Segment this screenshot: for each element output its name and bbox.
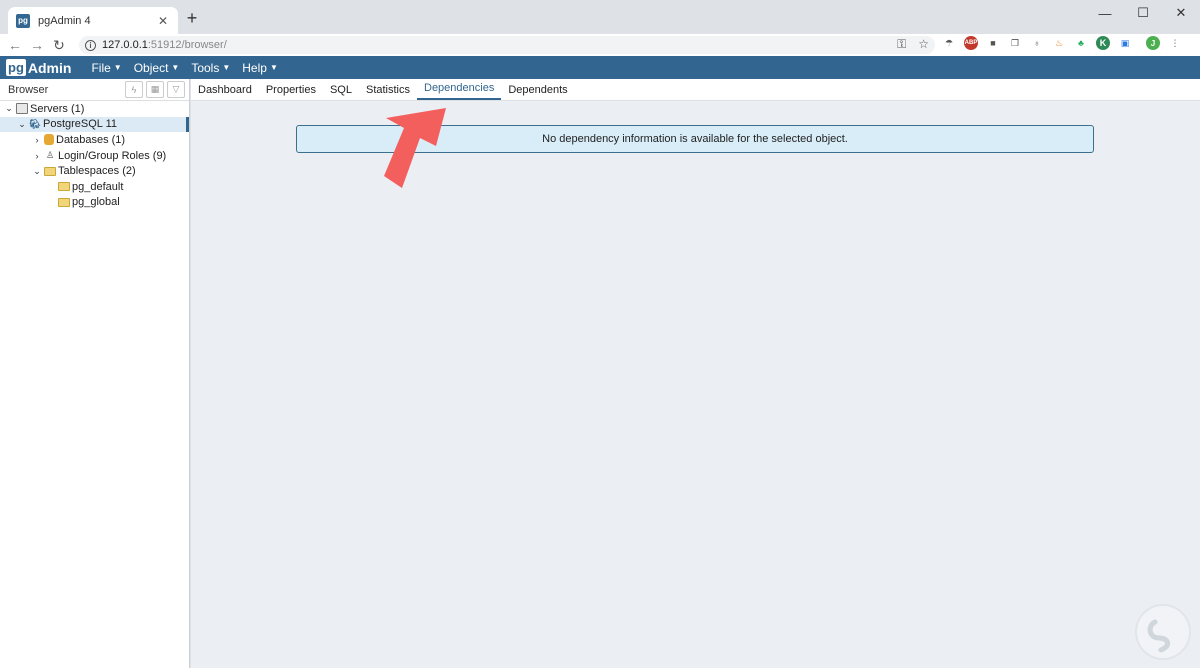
browser-panel: Browser ϟ ▦ ▽ ⌄ Servers (1) ⌄ 🐘︎ Postgre… — [0, 79, 190, 668]
pointer-arrow-icon — [384, 108, 446, 188]
key-icon[interactable]: ⚿ — [897, 37, 906, 52]
address-bar[interactable]: i 127.0.0.1 :51912/browser/ ⚿ ☆ — [79, 36, 935, 54]
caret-down-icon: ▼ — [113, 63, 122, 72]
panel-tabs: Dashboard Properties SQL Statistics Depe… — [191, 79, 1200, 101]
extension-bulb-icon[interactable]: ♁ — [1030, 36, 1044, 50]
chrome-menu-icon[interactable]: ⋮ — [1168, 36, 1182, 50]
tab-statistics[interactable]: Statistics — [359, 78, 417, 100]
window-close-button[interactable]: ✕ — [1162, 2, 1200, 24]
menu-file[interactable]: File ▼ — [85, 61, 127, 75]
tab-dashboard[interactable]: Dashboard — [191, 78, 259, 100]
extension-screen-icon[interactable]: ▣ — [1118, 36, 1132, 50]
database-icon — [44, 134, 54, 146]
caret-down-icon: ▼ — [269, 63, 278, 72]
window-controls: — ☐ ✕ — [1086, 2, 1200, 24]
tree-node-postgresql[interactable]: ⌄ 🐘︎ PostgreSQL 11 — [0, 116, 189, 133]
extension-umbrella-icon[interactable]: ☂ — [942, 36, 956, 50]
maximize-button[interactable]: ☐ — [1124, 2, 1162, 24]
chevron-right-icon[interactable]: › — [32, 151, 42, 161]
bookmark-star-icon[interactable]: ☆ — [918, 37, 929, 52]
menu-object[interactable]: Object ▼ — [128, 61, 186, 75]
tab-dependents[interactable]: Dependents — [501, 78, 574, 100]
object-tree: ⌄ Servers (1) ⌄ 🐘︎ PostgreSQL 11 › Datab… — [0, 101, 189, 210]
view-data-icon[interactable]: ▦ — [146, 81, 164, 98]
chevron-down-icon[interactable]: ⌄ — [4, 103, 14, 114]
tree-node-label: pg_default — [72, 180, 124, 193]
new-tab-button[interactable]: + — [184, 9, 200, 27]
folder-icon — [58, 182, 70, 192]
elephant-icon: 🐘︎ — [29, 118, 41, 129]
url-host: 127.0.0.1 — [102, 39, 148, 51]
minimize-button[interactable]: — — [1086, 2, 1124, 24]
tree-node-pg-default[interactable]: pg_default — [0, 179, 189, 195]
server-group-icon — [16, 103, 28, 115]
query-tool-icon[interactable]: ϟ — [125, 81, 143, 98]
url-path: :51912/browser/ — [147, 39, 227, 51]
chevron-right-icon[interactable]: › — [32, 135, 42, 145]
tab-sql[interactable]: SQL — [323, 78, 359, 100]
pgadmin-logo: pg Admin — [6, 58, 71, 77]
tree-node-servers[interactable]: ⌄ Servers (1) — [0, 101, 189, 117]
extension-k-icon[interactable]: K — [1096, 36, 1110, 50]
pgadmin-navbar: pg Admin File ▼ Object ▼ Tools ▼ Help ▼ — [0, 56, 1200, 79]
logo-admin: Admin — [27, 59, 72, 76]
tree-node-roles[interactable]: › ♙ Login/Group Roles (9) — [0, 148, 189, 164]
adblock-icon[interactable]: ABP — [964, 36, 978, 50]
tree-node-label: PostgreSQL 11 — [43, 118, 117, 131]
filter-icon[interactable]: ▽ — [167, 81, 185, 98]
browser-panel-title: Browser — [8, 83, 49, 96]
tab-close-icon[interactable]: ✕ — [156, 14, 170, 28]
extension-plant-icon[interactable]: ♣ — [1074, 36, 1088, 50]
watermark-logo — [1135, 604, 1191, 660]
extension-flame-icon[interactable]: ♨ — [1052, 36, 1066, 50]
browser-tabstrip: pg pgAdmin 4 ✕ + — ☐ ✕ — [0, 0, 1200, 34]
forward-arrow-icon[interactable]: → — [26, 37, 48, 53]
main-panel: Dashboard Properties SQL Statistics Depe… — [191, 79, 1200, 668]
profile-avatar[interactable]: J — [1146, 36, 1160, 50]
reload-icon[interactable]: ↻ — [48, 37, 70, 54]
folder-icon — [58, 197, 70, 207]
extension-copy-icon[interactable]: ❐ — [1008, 36, 1022, 50]
tab-dependencies[interactable]: Dependencies — [417, 78, 502, 100]
tree-node-databases[interactable]: › Databases (1) — [0, 132, 189, 148]
tree-node-pg-global[interactable]: pg_global — [0, 195, 189, 211]
tab-properties[interactable]: Properties — [259, 78, 323, 100]
extensions-area: ☂ ABP ■ ❐ ♁ ♨ ♣ K ▣ J ⋮ — [942, 36, 1182, 50]
extension-square-icon[interactable]: ■ — [986, 36, 1000, 50]
folder-icon — [44, 166, 56, 176]
browser-tab[interactable]: pg pgAdmin 4 ✕ — [8, 7, 178, 34]
tree-node-label: Servers (1) — [30, 102, 85, 115]
chevron-down-icon[interactable]: ⌄ — [17, 119, 27, 130]
tree-node-label: Tablespaces (2) — [58, 165, 136, 178]
tree-node-tablespaces[interactable]: ⌄ Tablespaces (2) — [0, 163, 189, 179]
menu-help[interactable]: Help ▼ — [236, 61, 284, 75]
main-menu: File ▼ Object ▼ Tools ▼ Help ▼ — [85, 61, 283, 75]
back-arrow-icon[interactable]: ← — [4, 37, 26, 53]
caret-down-icon: ▼ — [171, 63, 180, 72]
pgadmin-favicon-icon: pg — [16, 13, 30, 28]
chevron-down-icon[interactable]: ⌄ — [32, 166, 42, 177]
browser-panel-header: Browser ϟ ▦ ▽ — [0, 79, 189, 101]
site-info-icon[interactable]: i — [85, 39, 96, 51]
menu-tools[interactable]: Tools ▼ — [185, 61, 236, 75]
caret-down-icon: ▼ — [222, 63, 231, 72]
logo-pg: pg — [6, 59, 26, 76]
tree-node-label: Login/Group Roles (9) — [58, 149, 167, 162]
browser-tab-title: pgAdmin 4 — [38, 14, 91, 27]
tree-node-label: Databases (1) — [56, 133, 126, 146]
group-roles-icon: ♙ — [45, 150, 55, 161]
tree-node-label: pg_global — [72, 196, 120, 209]
